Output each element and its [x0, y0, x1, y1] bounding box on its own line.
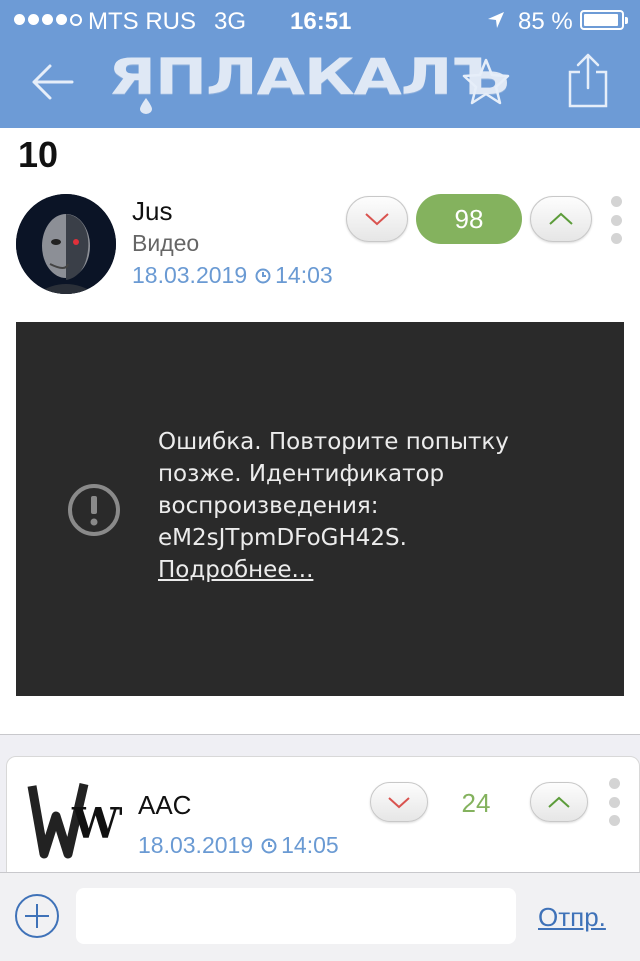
chevron-up-icon [548, 796, 570, 808]
video-error-message: Ошибка. Повторите попытку позже. Идентиф… [158, 426, 578, 586]
status-time: 16:51 [290, 8, 352, 35]
vote-down-button[interactable] [346, 196, 408, 242]
post-number: 10 [18, 134, 59, 175]
back-arrow-icon[interactable] [28, 60, 76, 104]
post-score: 98 [416, 194, 522, 244]
comment-date: 18.03.2019 [138, 832, 254, 858]
comment-vote-down-button[interactable] [370, 782, 428, 822]
status-bar: MTS RUS 3G 16:51 85 % [0, 0, 640, 40]
network-type: 3G [214, 8, 247, 35]
error-alert-icon [68, 484, 120, 536]
chevron-down-icon [388, 797, 410, 809]
tear-drop-icon [140, 98, 152, 114]
avatar-caption: WTF [71, 799, 122, 848]
clock-icon [261, 838, 277, 854]
comment-author[interactable]: AAC [138, 790, 191, 821]
wtf-avatar-image: WTF [26, 776, 180, 862]
post-more-menu[interactable] [608, 196, 624, 244]
signal-strength-icon [14, 14, 82, 26]
send-button[interactable]: Отпр. [538, 902, 606, 933]
vote-up-button[interactable] [530, 196, 592, 242]
video-error-text: Ошибка. Повторите попытку позже. Идентиф… [158, 429, 509, 551]
add-attachment-button[interactable] [14, 893, 60, 939]
favorite-star-icon[interactable] [460, 56, 512, 108]
chevron-up-icon [549, 212, 573, 225]
comment-time: 14:05 [281, 832, 339, 858]
message-input[interactable] [76, 888, 516, 944]
carrier-name: MTS RUS [88, 8, 196, 35]
comment-datetime: 18.03.2019 14:05 [138, 832, 339, 859]
video-error-more-link[interactable]: Подробнее... [158, 557, 313, 583]
cyborg-avatar-image [16, 194, 116, 294]
clock-icon [255, 268, 271, 284]
post-date: 18.03.2019 [132, 262, 248, 288]
commenter-avatar[interactable]: WTF [26, 776, 180, 862]
location-arrow-icon [488, 12, 504, 28]
battery-percent: 85 % [518, 8, 573, 35]
post-category[interactable]: Видео [132, 230, 199, 257]
comment-more-menu[interactable] [606, 778, 622, 826]
author-avatar[interactable] [16, 194, 116, 294]
share-icon[interactable] [566, 52, 610, 108]
post-author[interactable]: Jus [132, 196, 172, 227]
site-logo[interactable]: ЯПЛАКАЛЪ [108, 48, 510, 106]
comment-vote-up-button[interactable] [530, 782, 588, 822]
chevron-down-icon [365, 213, 389, 226]
battery-icon [580, 10, 628, 30]
post-time: 14:03 [275, 262, 333, 288]
post-datetime: 18.03.2019 14:03 [132, 262, 333, 289]
comment-score: 24 [461, 787, 491, 818]
video-player[interactable]: Ошибка. Повторите попытку позже. Идентиф… [16, 322, 624, 696]
